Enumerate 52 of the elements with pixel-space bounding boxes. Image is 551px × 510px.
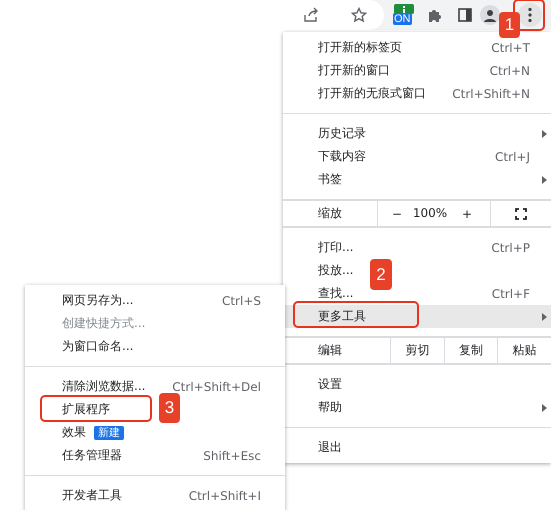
- side-panel-icon[interactable]: [457, 7, 473, 23]
- menu-item[interactable]: 查找...: [318, 285, 354, 302]
- menu-item[interactable]: 清除浏览数据...: [62, 378, 146, 395]
- menu-label: 缩放: [283, 201, 378, 226]
- edit-button[interactable]: 粘贴: [497, 338, 551, 363]
- step-badge: 2: [370, 259, 392, 290]
- menu-item[interactable]: 帮助: [318, 399, 342, 416]
- menu-item[interactable]: 打开新的标签页: [318, 39, 402, 56]
- menu-item[interactable]: 设置: [318, 376, 342, 393]
- menu-item[interactable]: 书签: [318, 171, 342, 188]
- zoom-out-button[interactable]: −: [382, 201, 412, 226]
- menu-item[interactable]: 历史记录: [318, 125, 366, 142]
- shortcut-text: Ctrl+J: [495, 150, 530, 164]
- menu-item[interactable]: 任务管理器: [62, 447, 122, 464]
- shortcut-text: Ctrl+T: [491, 40, 530, 54]
- menu-item[interactable]: 为窗口命名...: [62, 338, 134, 355]
- menu-icon[interactable]: [518, 3, 542, 27]
- extension-badge: ON: [393, 13, 412, 25]
- zoom-level: 100%: [412, 205, 448, 222]
- avatar-icon[interactable]: [480, 5, 500, 25]
- shortcut-text: Ctrl+Shift+I: [188, 488, 261, 502]
- menu-label: 编辑: [317, 342, 343, 359]
- extension-icon: [394, 4, 414, 14]
- share-icon[interactable]: [303, 7, 319, 23]
- menu-item[interactable]: 更多工具: [318, 308, 366, 325]
- shortcut-text: Ctrl+Shift+Del: [172, 380, 261, 394]
- edit-button[interactable]: 剪切: [390, 338, 444, 363]
- step-badge: 3: [159, 393, 180, 423]
- menu-item[interactable]: 下载内容: [318, 148, 366, 165]
- fullscreen-icon[interactable]: [515, 208, 527, 220]
- shortcut-text: Shift+Esc: [203, 448, 261, 462]
- shortcut-text: Ctrl+N: [490, 64, 530, 78]
- extension-button[interactable]: ON: [392, 3, 416, 27]
- edit-button[interactable]: 复制: [444, 338, 498, 363]
- menu-item[interactable]: 开发者工具: [62, 487, 122, 504]
- star-icon[interactable]: [351, 7, 367, 23]
- menu-item[interactable]: 投放...: [318, 262, 354, 279]
- menu-item[interactable]: 扩展程序: [62, 401, 110, 418]
- menu-item[interactable]: 打开新的无痕式窗口: [318, 85, 426, 102]
- shortcut-text: Ctrl+F: [492, 286, 530, 300]
- menu-item[interactable]: 打开新的窗口: [318, 62, 390, 79]
- step-badge: 1: [499, 12, 520, 38]
- puzzle-icon[interactable]: [427, 7, 443, 23]
- shortcut-text: Ctrl+S: [222, 294, 261, 308]
- zoom-in-button[interactable]: +: [452, 201, 482, 226]
- menu-item[interactable]: 网页另存为...: [62, 292, 134, 309]
- menu-item[interactable]: 打印...: [318, 239, 354, 256]
- shortcut-text: Ctrl+P: [491, 240, 530, 254]
- new-badge: 新建: [94, 426, 124, 440]
- menu-item[interactable]: 效果: [62, 424, 86, 441]
- shortcut-text: Ctrl+Shift+N: [452, 86, 530, 100]
- menu-item[interactable]: 退出: [318, 439, 342, 456]
